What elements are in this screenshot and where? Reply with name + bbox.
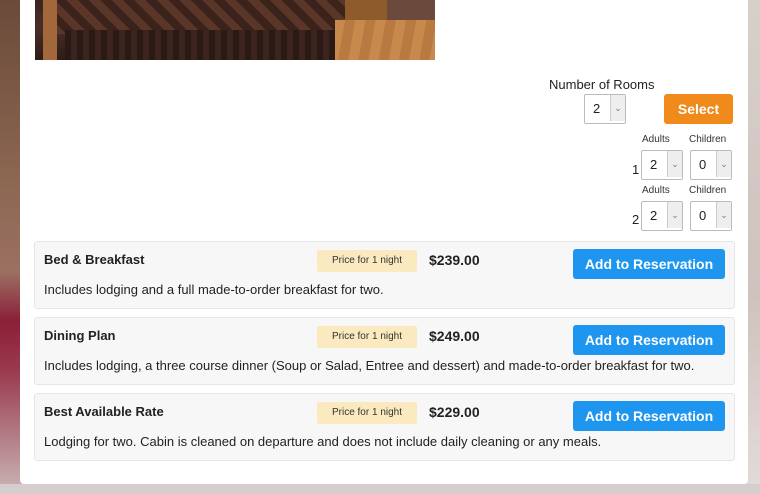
price-badge: Price for 1 night <box>317 402 417 424</box>
rate-description: Includes lodging, a three course dinner … <box>44 358 695 373</box>
room-panel: Number of Rooms 2 ⌄ Select Adults Childr… <box>20 0 748 484</box>
adults-select-1[interactable]: 2 ⌄ <box>641 150 683 180</box>
price-badge: Price for 1 night <box>317 250 417 272</box>
adults-select-2[interactable]: 2 ⌄ <box>641 201 683 231</box>
rate-name: Bed & Breakfast <box>44 252 145 267</box>
add-to-reservation-button[interactable]: Add to Reservation <box>573 249 725 279</box>
rate-card-bed-and-breakfast: Bed & Breakfast Price for 1 night $239.0… <box>34 241 735 309</box>
room-number-2: 2 <box>632 212 640 227</box>
background-image-left <box>0 0 22 494</box>
rate-card-best-available-rate: Best Available Rate Price for 1 night $2… <box>34 393 735 461</box>
rate-price: $229.00 <box>429 404 480 420</box>
chevron-down-icon: ⌄ <box>610 95 625 121</box>
select-button[interactable]: Select <box>664 94 733 124</box>
chevron-down-icon: ⌄ <box>667 202 682 228</box>
room-photo <box>35 0 435 60</box>
children-select-2[interactable]: 0 ⌄ <box>690 201 732 231</box>
chevron-down-icon: ⌄ <box>667 151 682 177</box>
chevron-down-icon: ⌄ <box>716 202 731 228</box>
number-of-rooms-label: Number of Rooms <box>549 77 655 92</box>
adults-label-1: Adults <box>642 134 670 145</box>
background-image-right <box>748 0 760 494</box>
price-badge: Price for 1 night <box>317 326 417 348</box>
room-number-1: 1 <box>632 162 640 177</box>
rate-name: Dining Plan <box>44 328 116 343</box>
add-to-reservation-button[interactable]: Add to Reservation <box>573 325 725 355</box>
children-label-2: Children <box>689 185 727 196</box>
rate-card-dining-plan: Dining Plan Price for 1 night $249.00 Ad… <box>34 317 735 385</box>
children-select-1[interactable]: 0 ⌄ <box>690 150 732 180</box>
rate-price: $249.00 <box>429 328 480 344</box>
number-of-rooms-select[interactable]: 2 ⌄ <box>584 94 626 124</box>
rate-name: Best Available Rate <box>44 404 164 419</box>
rate-description: Includes lodging and a full made-to-orde… <box>44 282 384 297</box>
children-label-1: Children <box>689 134 727 145</box>
rate-description: Lodging for two. Cabin is cleaned on dep… <box>44 434 602 449</box>
rate-price: $239.00 <box>429 252 480 268</box>
background-image-bottom <box>0 484 760 494</box>
adults-label-2: Adults <box>642 185 670 196</box>
add-to-reservation-button[interactable]: Add to Reservation <box>573 401 725 431</box>
chevron-down-icon: ⌄ <box>716 151 731 177</box>
